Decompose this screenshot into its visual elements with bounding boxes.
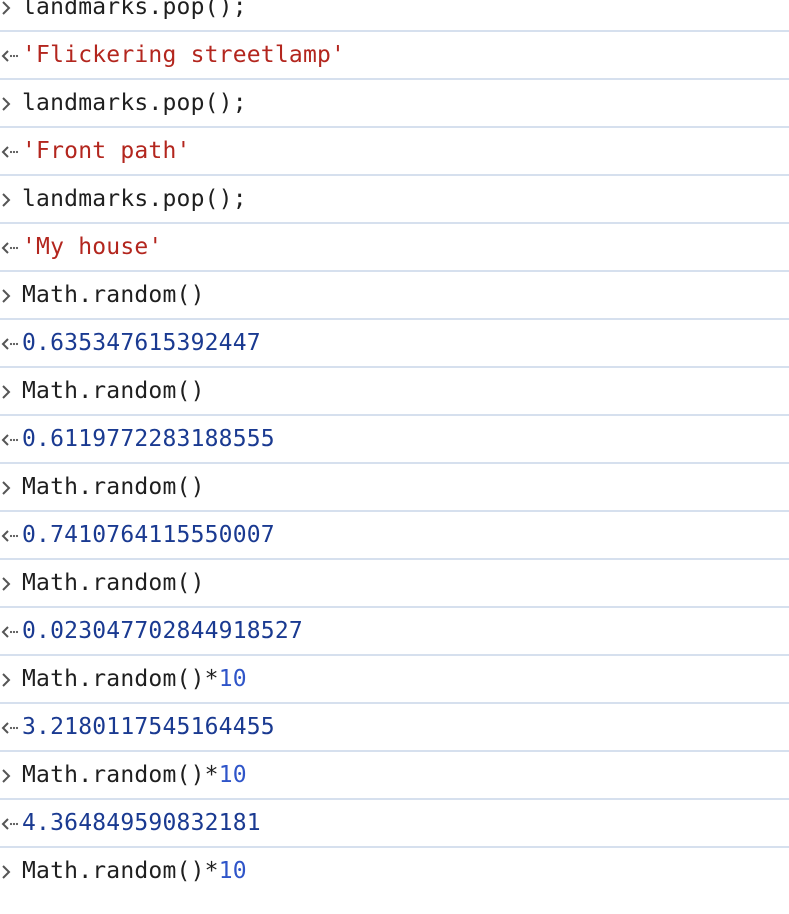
console-input-row[interactable]: Math.random(): [0, 560, 789, 608]
number-result: 4.364849590832181: [22, 810, 261, 836]
command-code: Math.random(): [22, 666, 205, 692]
console-input-row[interactable]: landmarks.pop();: [0, 80, 789, 128]
return-value-icon: [1, 818, 19, 830]
console-input-row[interactable]: Math.random(): [0, 368, 789, 416]
command-code: Math.random(): [22, 378, 205, 404]
console-log: landmarks.pop(); 'Flickering streetlamp' l…: [0, 0, 789, 896]
command-code: Math.random(): [22, 474, 205, 500]
input-chevron-icon: [2, 289, 11, 303]
return-value-icon: [1, 722, 19, 734]
console-input-row[interactable]: landmarks.pop();: [0, 0, 789, 32]
input-chevron-icon: [2, 385, 11, 399]
return-value-icon: [1, 146, 19, 158]
console-input-row[interactable]: Math.random()*10: [0, 848, 789, 896]
number-result: 0.635347615392447: [22, 330, 261, 356]
number-result: 3.2180117545164455: [22, 714, 275, 740]
command-code: Math.random(): [22, 570, 205, 596]
string-result: 'Front path': [22, 138, 191, 164]
console-input-row[interactable]: Math.random()*10: [0, 752, 789, 800]
command-text: Math.random(): [22, 368, 205, 414]
return-value-icon: [1, 434, 19, 446]
console-output-row[interactable]: 3.2180117545164455: [0, 704, 789, 752]
input-chevron-icon: [2, 673, 11, 687]
console-output-row[interactable]: 0.7410764115550007: [0, 512, 789, 560]
command-code: landmarks.pop();: [22, 90, 247, 116]
numeric-literal: 10: [218, 762, 247, 788]
input-chevron-icon: [2, 193, 11, 207]
command-code: Math.random(): [22, 282, 205, 308]
console-input-row[interactable]: Math.random(): [0, 464, 789, 512]
input-chevron-icon: [2, 1, 11, 15]
console-output-row[interactable]: 'Flickering streetlamp': [0, 32, 789, 80]
input-chevron-icon: [2, 481, 11, 495]
numeric-literal: 10: [218, 858, 247, 884]
input-chevron-icon: [2, 97, 11, 111]
command-text: Math.random(): [22, 272, 205, 318]
command-text: Math.random()*10: [22, 848, 247, 894]
console-output-row[interactable]: 0.6119772283188555: [0, 416, 789, 464]
input-chevron-icon: [2, 577, 11, 591]
return-value-icon: [1, 530, 19, 542]
command-text: Math.random()*10: [22, 752, 247, 798]
console-input-row[interactable]: landmarks.pop();: [0, 176, 789, 224]
command-text: landmarks.pop();: [22, 80, 247, 126]
return-value-icon: [1, 50, 19, 62]
input-chevron-icon: [2, 865, 11, 879]
console-output-row[interactable]: 4.364849590832181: [0, 800, 789, 848]
string-result: 'My house': [22, 234, 163, 260]
command-code: landmarks.pop();: [22, 0, 247, 20]
command-text: landmarks.pop();: [22, 176, 247, 222]
input-chevron-icon: [2, 769, 11, 783]
command-code: landmarks.pop();: [22, 186, 247, 212]
numeric-literal: 10: [218, 666, 247, 692]
console-output-row[interactable]: 'Front path': [0, 128, 789, 176]
operator: *: [204, 762, 219, 788]
return-value-icon: [1, 338, 19, 350]
command-text: landmarks.pop();: [22, 0, 247, 30]
command-text: Math.random()*10: [22, 656, 247, 702]
console-output-row[interactable]: 0.635347615392447: [0, 320, 789, 368]
command-code: Math.random(): [22, 858, 205, 884]
console-input-row[interactable]: Math.random(): [0, 272, 789, 320]
number-result: 0.7410764115550007: [22, 522, 275, 548]
string-result: 'Flickering streetlamp': [22, 42, 346, 68]
command-text: Math.random(): [22, 560, 205, 606]
operator: *: [204, 666, 219, 692]
number-result: 0.023047702844918527: [22, 618, 303, 644]
return-value-icon: [1, 242, 19, 254]
console-output-row[interactable]: 'My house': [0, 224, 789, 272]
operator: *: [204, 858, 219, 884]
console-output-row[interactable]: 0.023047702844918527: [0, 608, 789, 656]
number-result: 0.6119772283188555: [22, 426, 275, 452]
command-code: Math.random(): [22, 762, 205, 788]
command-text: Math.random(): [22, 464, 205, 510]
return-value-icon: [1, 626, 19, 638]
console-input-row[interactable]: Math.random()*10: [0, 656, 789, 704]
